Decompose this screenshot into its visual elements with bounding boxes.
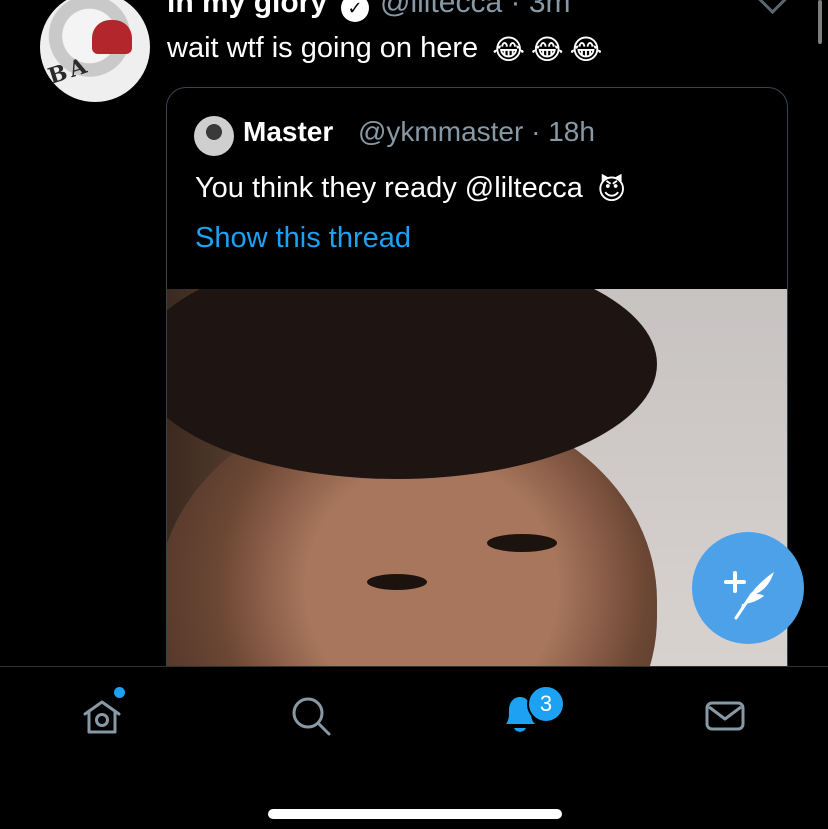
scrollbar[interactable] — [818, 0, 822, 44]
search-tab[interactable] — [289, 694, 333, 743]
separator-dot: · — [523, 116, 549, 147]
author-handle-and-time[interactable]: @liltecca · 3m — [380, 0, 571, 20]
laughing-emoji: 😂 — [530, 33, 564, 65]
home-indicator — [268, 809, 562, 819]
compose-tweet-button[interactable] — [692, 532, 804, 644]
smiling-devil-emoji: 😈 — [596, 173, 627, 205]
quoted-author-name: Master — [243, 116, 334, 147]
video-eye — [367, 574, 427, 590]
tweet-body: wait wtf is going on here — [167, 32, 479, 64]
verified-badge-icon: ✓ — [341, 0, 369, 22]
compose-feather-icon — [724, 571, 774, 620]
author-handle: @liltecca — [380, 0, 503, 19]
home-tab[interactable] — [80, 694, 124, 743]
notifications-badge: 3 — [527, 685, 565, 723]
author-avatar[interactable]: BA — [40, 0, 150, 102]
home-icon — [83, 700, 121, 734]
tweet-time: 3m — [528, 0, 571, 19]
quoted-time: 18h — [548, 116, 595, 147]
laughing-emoji: 😂 — [492, 33, 525, 65]
avatar-shirt-letters: BA — [45, 52, 93, 90]
messages-icon — [705, 701, 745, 731]
quoted-handle: @ykmmaster — [358, 116, 524, 147]
quoted-handle-and-time: @ykmmaster · 18h — [358, 116, 595, 148]
tweet-text: wait wtf is going on here 😂 😂 😂 — [167, 32, 602, 66]
messages-tab[interactable] — [703, 694, 747, 743]
search-icon — [292, 697, 331, 736]
author-display-name[interactable]: in my glory — [167, 0, 327, 20]
show-thread-link[interactable]: Show this thread — [195, 222, 411, 255]
avatar-cap-detail — [92, 20, 132, 54]
home-new-content-dot — [114, 687, 125, 698]
quoted-tweet-text: You think they ready @liltecca 😈 — [195, 172, 626, 206]
tweet-menu-chevron-icon[interactable] — [754, 0, 791, 15]
video-eye — [487, 534, 557, 552]
laughing-emoji: 😂 — [569, 33, 603, 65]
quoted-author-avatar — [194, 116, 234, 156]
separator-dot: · — [502, 0, 529, 19]
quoted-body: You think they ready @liltecca — [195, 172, 583, 204]
